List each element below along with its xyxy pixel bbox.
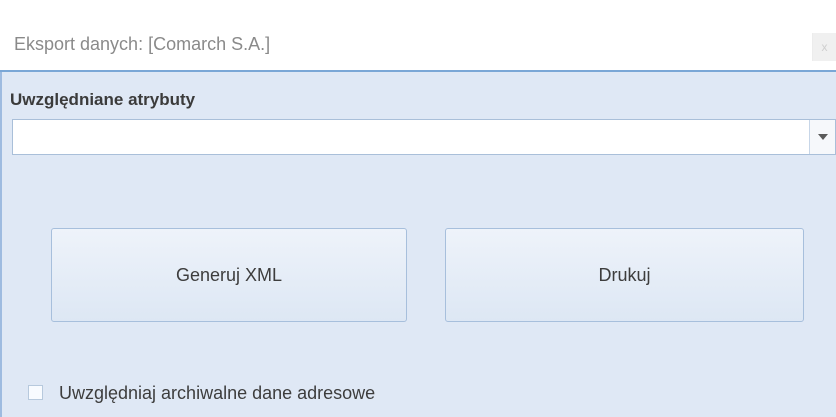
attributes-dropdown[interactable] [12,119,836,155]
include-archived-address-checkbox[interactable] [28,385,43,400]
generate-xml-button[interactable]: Generuj XML [51,228,407,322]
attributes-label: Uwzględniane atrybuty [10,90,196,109]
chevron-down-icon [818,134,828,140]
close-button[interactable]: x [812,33,836,61]
export-dialog-window: Eksport danych: [Comarch S.A.] x Uwzględ… [0,0,836,417]
window-title: Eksport danych: [Comarch S.A.] [14,34,271,54]
title-bar: Eksport danych: [Comarch S.A.] x [0,0,836,72]
dropdown-arrow-button[interactable] [809,120,835,154]
close-icon: x [821,40,828,54]
include-archived-address-label: Uwzględniaj archiwalne dane adresowe [59,383,376,403]
print-button[interactable]: Drukuj [445,228,804,322]
